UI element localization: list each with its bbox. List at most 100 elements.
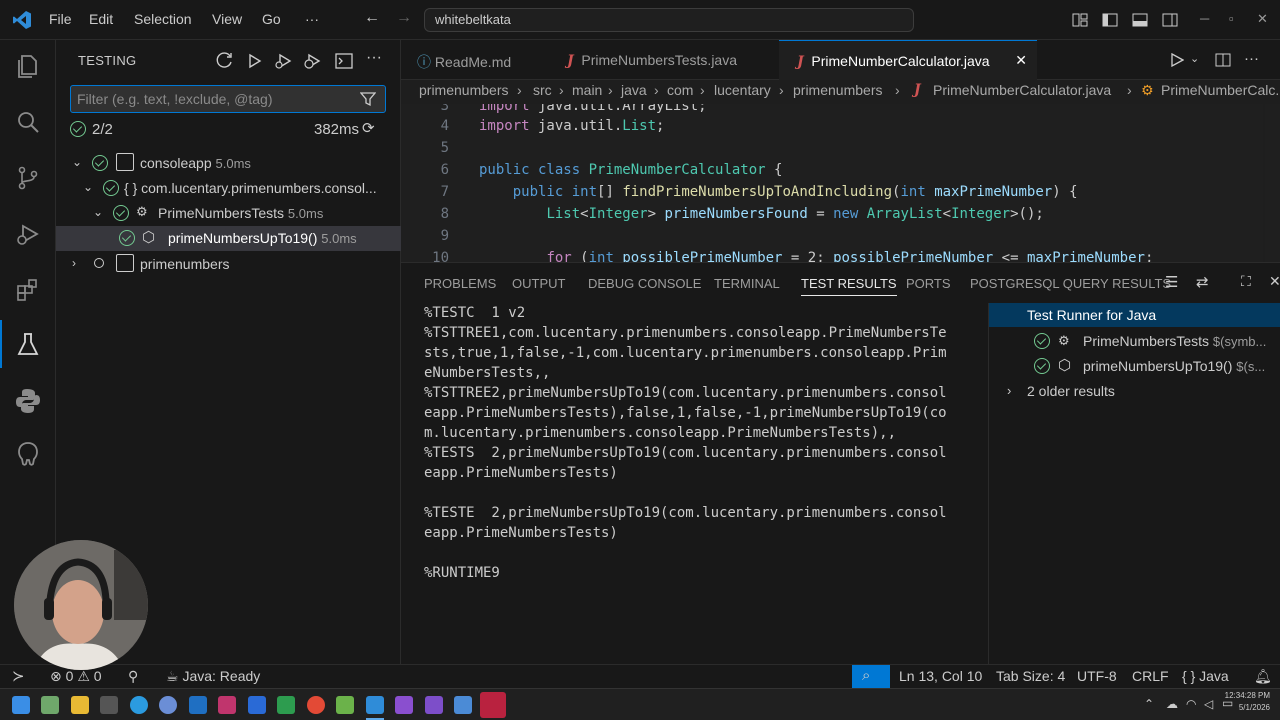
close-panel-icon[interactable]: ✕ <box>1269 273 1280 290</box>
back-arrow-icon[interactable]: ← <box>364 9 380 27</box>
source-control-icon[interactable] <box>14 164 42 192</box>
run-file-icon[interactable] <box>1170 53 1184 67</box>
customize-layout-icon[interactable] <box>1072 12 1088 28</box>
app-icon[interactable] <box>307 696 325 714</box>
postgresql-icon[interactable] <box>14 440 42 468</box>
test-output[interactable]: %TESTC 1 v2 %TSTTREE1,com.lucentary.prime… <box>424 303 974 583</box>
tray-overflow-icon[interactable]: ⌃ <box>1144 697 1154 711</box>
result-item[interactable]: primeNumbersUpTo19() $(s... <box>1083 358 1265 374</box>
close-window-icon[interactable]: ✕ <box>1257 11 1268 27</box>
minimize-icon[interactable]: ─ <box>1200 11 1209 26</box>
breadcrumb-item[interactable]: main <box>572 82 602 98</box>
breadcrumb-item[interactable]: PrimeNumberCalc... <box>1161 82 1280 98</box>
zoom-indicator[interactable]: ⌕ <box>852 665 890 689</box>
breadcrumb-item[interactable]: primenumbers <box>419 82 508 98</box>
results-title[interactable]: Test Runner for Java <box>1027 307 1156 323</box>
panel-tab-problems[interactable]: PROBLEMS <box>424 276 496 291</box>
breadcrumb-item[interactable]: PrimeNumberCalculator.java <box>933 82 1111 98</box>
app-icon[interactable] <box>336 696 354 714</box>
forward-arrow-icon[interactable]: → <box>396 9 412 27</box>
testing-icon[interactable] <box>14 330 42 358</box>
menu-go[interactable]: Go <box>262 11 281 27</box>
tab-size[interactable]: Tab Size: 4 <box>996 668 1065 684</box>
file-explorer-icon[interactable] <box>71 696 89 714</box>
python-icon[interactable] <box>14 386 42 414</box>
app-icon[interactable] <box>159 696 177 714</box>
visual-studio-icon[interactable] <box>425 696 443 714</box>
toggle-sidebar-icon[interactable] <box>1102 12 1118 28</box>
explorer-icon[interactable] <box>14 52 42 80</box>
chevron-right-icon[interactable]: › <box>1007 383 1011 398</box>
extensions-icon[interactable] <box>14 276 42 304</box>
run-dropdown-icon[interactable]: ⌄ <box>1190 52 1199 65</box>
app-icon[interactable] <box>100 696 118 714</box>
toggle-panel-icon[interactable] <box>1132 12 1148 28</box>
app-icon[interactable] <box>480 692 506 718</box>
app-icon[interactable] <box>218 696 236 714</box>
menu-view[interactable]: View <box>212 11 242 27</box>
end-of-line[interactable]: CRLF <box>1132 668 1169 684</box>
result-item[interactable]: PrimeNumbersTests $(symb... <box>1083 333 1266 349</box>
cursor-position[interactable]: Ln 13, Col 10 <box>899 668 982 684</box>
command-center-search[interactable]: whitebeltkata <box>424 8 914 32</box>
editor-more-icon[interactable]: ··· <box>1244 50 1259 67</box>
debug-status-icon[interactable]: ⚲ <box>128 668 138 685</box>
rerun-icon[interactable]: ⟳ <box>362 119 375 137</box>
filter-icon[interactable] <box>360 91 376 107</box>
language-mode[interactable]: { } Java <box>1182 668 1229 684</box>
maximize-panel-icon[interactable]: ⛶ <box>1241 273 1251 290</box>
panel-tab-ports[interactable]: PORTS <box>906 276 951 291</box>
panel-tab-output[interactable]: OUTPUT <box>512 276 565 291</box>
breadcrumb-item[interactable]: lucentary <box>714 82 771 98</box>
older-results[interactable]: 2 older results <box>1027 383 1115 399</box>
tree-item-consoleapp[interactable]: ⌄ consoleapp 5.0ms <box>56 151 401 176</box>
split-editor-icon[interactable] <box>1215 52 1231 68</box>
excel-icon[interactable] <box>277 696 295 714</box>
search-icon[interactable] <box>14 108 42 136</box>
encoding[interactable]: UTF-8 <box>1077 668 1117 684</box>
panel-tab-postgresql[interactable]: POSTGRESQL QUERY RESULTS <box>970 276 1171 291</box>
breadcrumb-item[interactable]: java <box>621 82 647 98</box>
debug-tests-icon[interactable] <box>274 52 292 70</box>
breadcrumb-item[interactable]: com <box>667 82 693 98</box>
code-editor[interactable]: 3 4 5 6 7 8 9 10 import java.util.ArrayL… <box>401 104 1263 262</box>
volume-icon[interactable]: ◁ <box>1204 697 1213 711</box>
panel-tab-terminal[interactable]: TERMINAL <box>714 276 780 291</box>
tab-primenumbercalculator[interactable]: J PrimeNumberCalculator.java ✕ <box>779 40 1037 80</box>
remote-icon[interactable]: ≻ <box>12 667 25 685</box>
breadcrumb-item[interactable]: primenumbers <box>793 82 882 98</box>
notifications-icon[interactable]: 🔔︎ <box>1254 668 1272 685</box>
tree-item-test-method[interactable]: ⬡ primeNumbersUpTo19() 5.0ms <box>56 226 401 251</box>
toggle-secondary-sidebar-icon[interactable] <box>1162 12 1178 28</box>
tree-item-package[interactable]: ⌄ { } com.lucentary.primenumbers.consol.… <box>56 176 401 201</box>
run-coverage-icon[interactable] <box>303 52 321 70</box>
run-debug-icon[interactable] <box>14 220 42 248</box>
clear-results-icon[interactable]: ☰ <box>1165 273 1178 291</box>
menu-file[interactable]: File <box>49 11 72 27</box>
more-actions-icon[interactable]: ··· <box>366 49 384 67</box>
app-icon[interactable] <box>41 696 59 714</box>
app-icon[interactable] <box>395 696 413 714</box>
maximize-icon[interactable]: ▫ <box>1229 11 1234 26</box>
panel-tab-test-results[interactable]: TEST RESULTS <box>801 276 897 296</box>
problems-indicator[interactable]: ⊗ 0 ⚠ 0 <box>50 668 102 685</box>
wifi-icon[interactable]: ◠ <box>1186 697 1196 711</box>
tray-icon[interactable]: ☁ <box>1166 697 1178 711</box>
app-icon[interactable] <box>248 696 266 714</box>
panel-tab-debug-console[interactable]: DEBUG CONSOLE <box>588 276 701 291</box>
outlook-icon[interactable] <box>189 696 207 714</box>
show-output-icon[interactable] <box>335 52 353 70</box>
tab-primenumberstests[interactable]: J PrimeNumbersTests.java <box>549 40 779 80</box>
start-icon[interactable] <box>12 696 30 714</box>
java-status[interactable]: ☕ Java: Ready <box>166 668 260 685</box>
test-filter-input[interactable] <box>70 85 386 113</box>
vscode-taskbar-icon[interactable] <box>366 696 384 714</box>
clock-time[interactable]: 12:34:28 PM <box>1222 691 1270 700</box>
refresh-tests-icon[interactable] <box>216 52 234 70</box>
app-icon[interactable] <box>454 696 472 714</box>
tab-readme[interactable]: ⓘ ReadMe.md <box>401 40 549 80</box>
toggle-view-icon[interactable]: ⇄ <box>1196 273 1209 291</box>
minimap[interactable] <box>1265 104 1280 262</box>
tree-item-primenumbers[interactable]: › primenumbers <box>56 252 401 277</box>
run-tests-icon[interactable] <box>245 52 263 70</box>
